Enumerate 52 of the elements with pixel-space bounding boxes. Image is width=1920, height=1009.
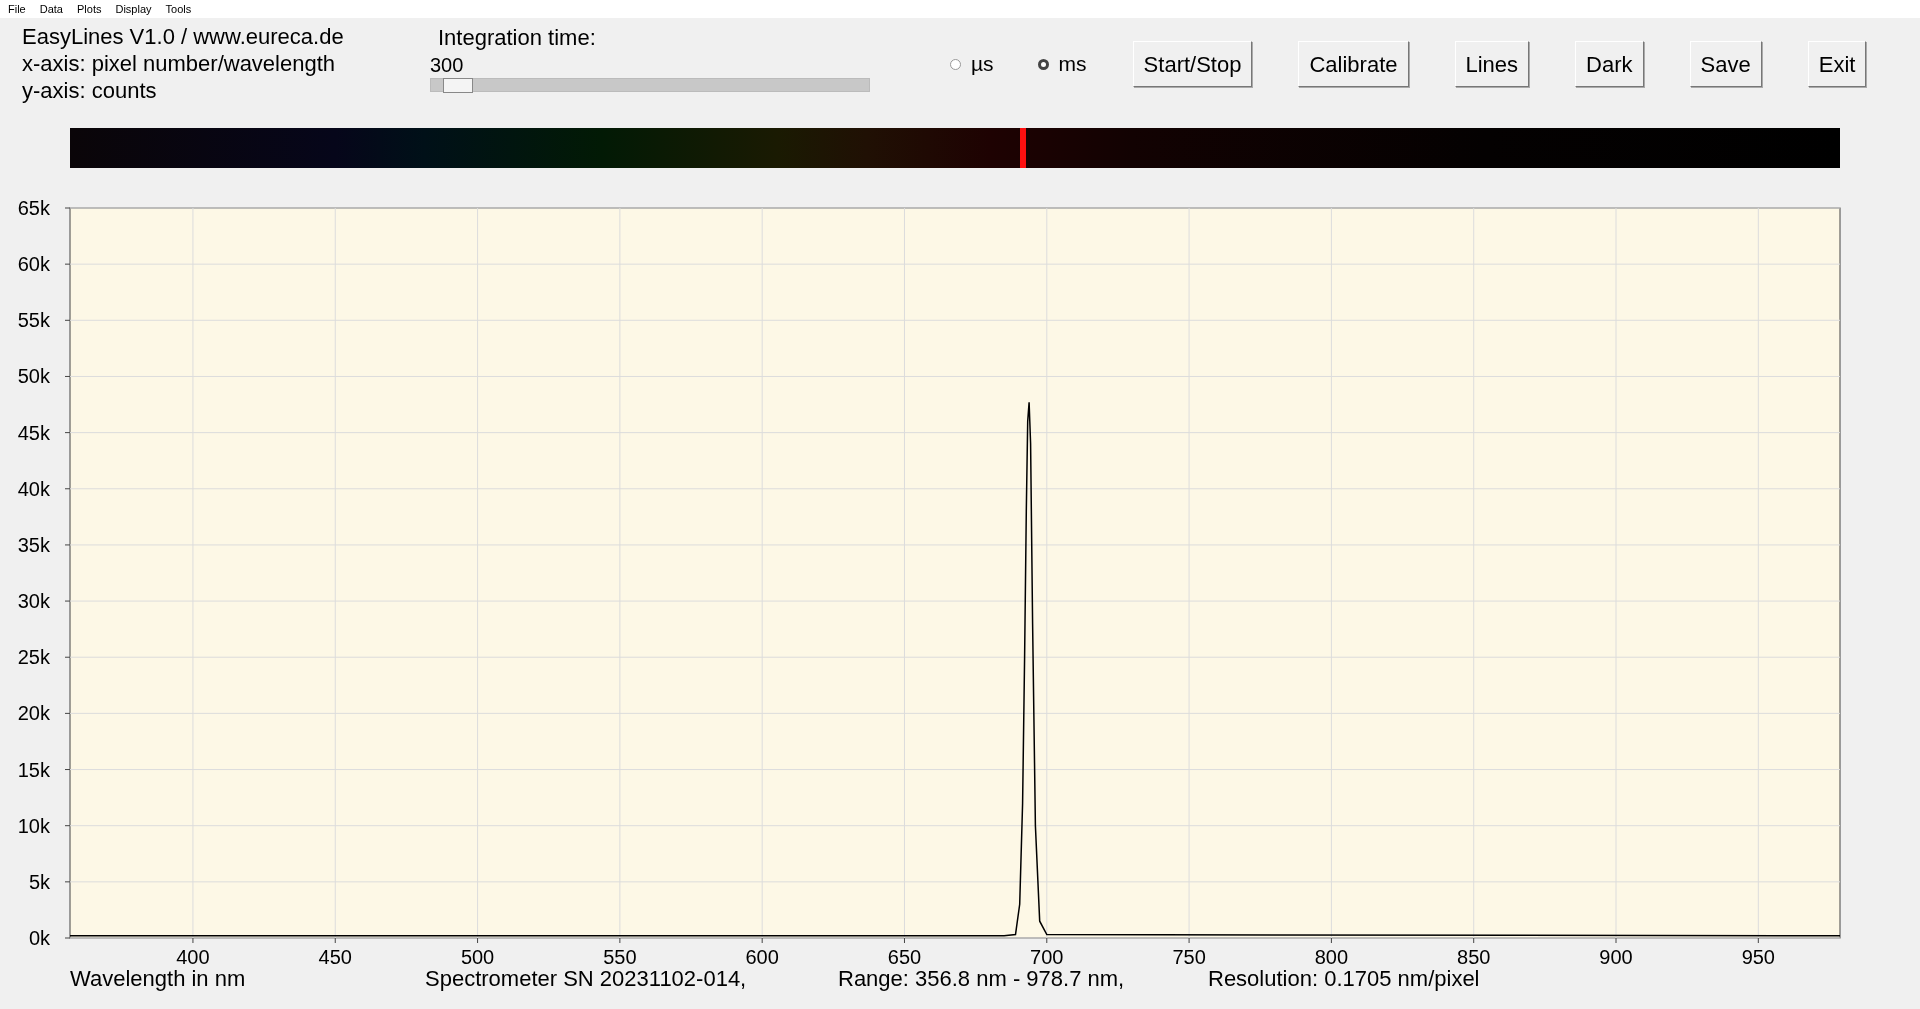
y-tick-label: 30k [17, 590, 50, 613]
x-tick-label: 750 [1172, 946, 1206, 968]
menu-item[interactable]: Display [115, 0, 152, 18]
x-tick-label: 850 [1457, 946, 1491, 968]
toolbar-button[interactable]: Calibrate [1298, 41, 1409, 87]
slider-track[interactable] [430, 78, 870, 92]
info-text: y-axis: counts [22, 77, 158, 104]
menu-item[interactable]: Tools [165, 0, 192, 18]
status-text: Spectrometer SN 20231102-014, [425, 966, 748, 992]
status-text: Range: 356.8 nm - 978.7 nm, [838, 966, 1126, 992]
x-tick-label: 900 [1599, 946, 1633, 968]
x-tick-label: 800 [1314, 946, 1349, 968]
menu-item[interactable]: Plots [77, 0, 102, 18]
y-tick-label: 5k [28, 870, 50, 893]
x-tick-label: 600 [745, 946, 779, 968]
integration-label: Integration time: [437, 24, 597, 52]
y-tick-label: 60k [17, 253, 50, 276]
y-tick-label: 20k [17, 702, 50, 725]
y-tick-label: 0k [28, 927, 50, 949]
slider-thumb[interactable] [443, 78, 474, 93]
y-tick-label: 25k [17, 646, 50, 669]
y-tick-label: 15k [17, 758, 50, 781]
menu-item[interactable]: Data [39, 0, 63, 18]
y-tick-label: 35k [17, 533, 50, 556]
x-tick-label: 700 [1030, 946, 1064, 968]
y-tick-label: 55k [17, 309, 50, 332]
integration-value: 300 [430, 53, 465, 78]
toolbar-button[interactable]: Start/Stop [1132, 41, 1253, 87]
x-tick-label: 400 [176, 946, 210, 968]
x-tick-label: 650 [887, 946, 922, 968]
x-axis-title: Wavelength in nm [69, 966, 247, 992]
radio-button[interactable] [1037, 58, 1049, 70]
toolbar-button[interactable]: Lines [1454, 41, 1530, 87]
menu-item[interactable]: File [8, 0, 26, 18]
y-tick-label: 50k [17, 365, 50, 388]
x-tick-label: 500 [460, 946, 495, 968]
y-tick-label: 40k [17, 477, 50, 500]
info-text: x-axis: pixel number/wavelength [22, 50, 337, 77]
y-tick-label: 45k [17, 421, 50, 444]
y-tick-label: 65k [17, 197, 50, 219]
x-tick-label: 950 [1741, 946, 1775, 968]
toolbar-button[interactable]: Save [1689, 41, 1762, 87]
info-text: EasyLines V1.0 / www.eureca.de [22, 23, 345, 50]
radio-button[interactable] [950, 58, 961, 70]
y-tick-label: 10k [17, 814, 50, 837]
toolbar-button[interactable]: Exit [1807, 41, 1867, 87]
unit-label: ms [1058, 51, 1087, 78]
unit-label: µs [971, 51, 994, 78]
status-text: Resolution: 0.1705 nm/pixel [1208, 966, 1480, 992]
toolbar-button[interactable]: Dark [1575, 41, 1644, 87]
x-tick-label: 450 [318, 946, 352, 968]
x-tick-label: 550 [603, 946, 637, 968]
